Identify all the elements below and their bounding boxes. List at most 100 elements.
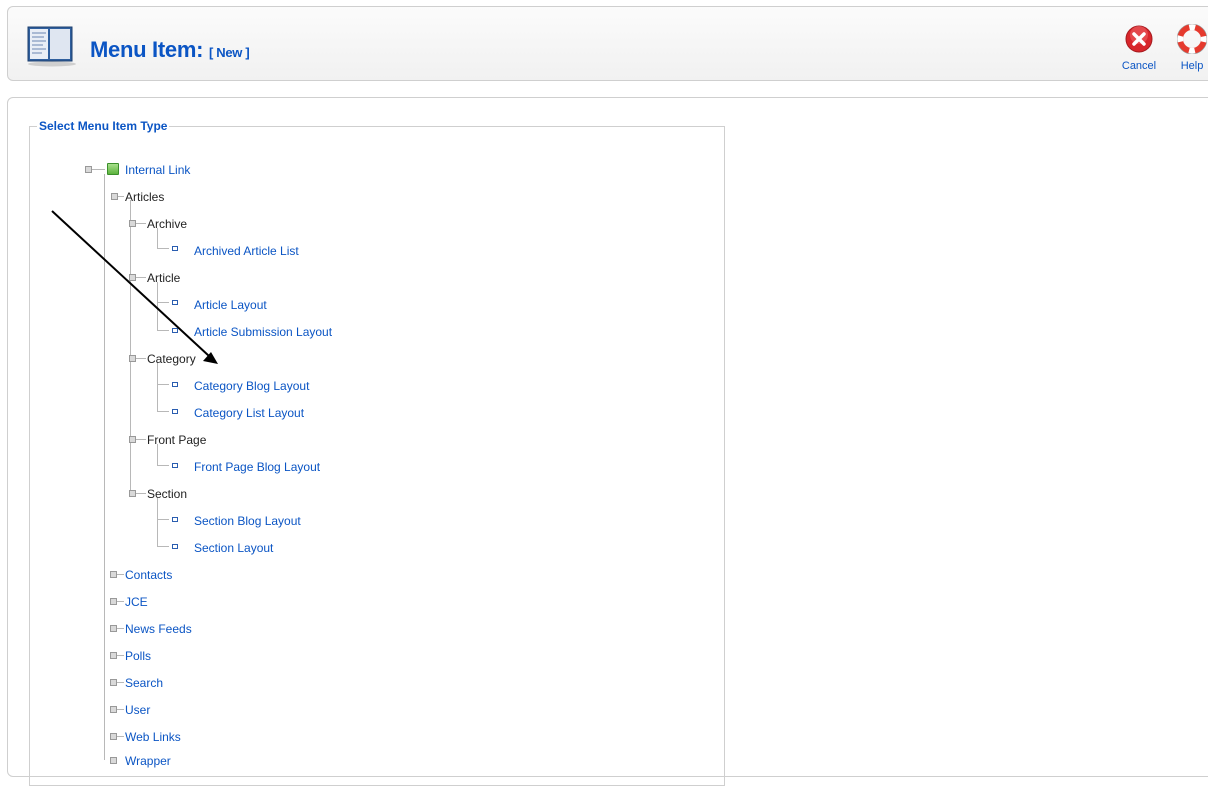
page-title-status: [ New ] (208, 45, 250, 60)
tree-node-section[interactable]: Section (147, 486, 187, 501)
tree-node-category-list-layout[interactable]: Category List Layout (194, 405, 305, 420)
help-label: Help (1180, 60, 1204, 72)
tree-node-archive[interactable]: Archive (147, 216, 188, 231)
tree-label: Article Submission Layout (194, 324, 333, 339)
tree-label: Section Layout (194, 540, 274, 555)
tree-label: Archive (147, 216, 188, 231)
tree-node-polls[interactable]: Polls (125, 648, 152, 663)
leaf-bullet-icon (172, 300, 178, 305)
tree-expander[interactable] (110, 706, 117, 713)
tree-expander[interactable] (110, 757, 117, 764)
tree-label: Archived Article List (194, 243, 299, 258)
tree-expander[interactable] (129, 220, 136, 227)
tree-expander[interactable] (110, 679, 117, 686)
tree-label: Search (125, 675, 164, 690)
leaf-bullet-icon (172, 246, 178, 251)
tree-label: Internal Link (125, 162, 191, 177)
tree-line (157, 546, 169, 547)
tree-label: Front Page (147, 432, 207, 447)
tree-line (117, 601, 124, 602)
tree-line (104, 174, 105, 760)
tree-node-article[interactable]: Article (147, 270, 181, 285)
tree-expander[interactable] (129, 436, 136, 443)
tree-node-user[interactable]: User (125, 702, 151, 717)
tree-node-category[interactable]: Category (147, 351, 196, 366)
tree-line (157, 498, 158, 546)
tree-line (157, 302, 169, 303)
tree-line (157, 384, 169, 385)
tree-label: Category Blog Layout (194, 378, 310, 393)
leaf-bullet-icon (172, 544, 178, 549)
tree-label: Category (147, 351, 196, 366)
tree-expander[interactable] (129, 355, 136, 362)
tree-node-internal-link[interactable]: Internal Link (125, 162, 191, 177)
tree-node-section-layout[interactable]: Section Layout (194, 540, 274, 555)
tree-node-category-blog-layout[interactable]: Category Blog Layout (194, 378, 310, 393)
tree-line (130, 200, 131, 496)
internal-link-icon (107, 163, 119, 175)
leaf-bullet-icon (172, 382, 178, 387)
tree-node-section-blog-layout[interactable]: Section Blog Layout (194, 513, 301, 528)
tree-line (157, 411, 169, 412)
tree-expander[interactable] (110, 571, 117, 578)
leaf-bullet-icon (172, 517, 178, 522)
tree-node-news-feeds[interactable]: News Feeds (125, 621, 192, 636)
tree-label: Category List Layout (194, 405, 305, 420)
tree-label: Front Page Blog Layout (194, 459, 321, 474)
tree-node-search[interactable]: Search (125, 675, 164, 690)
tree-expander[interactable] (110, 625, 117, 632)
tree-line (117, 709, 124, 710)
tree-line (157, 519, 169, 520)
tree-label: Article Layout (194, 297, 267, 312)
tree-label: Article (147, 270, 181, 285)
tree-node-contacts[interactable]: Contacts (125, 567, 173, 582)
tree-expander[interactable] (129, 490, 136, 497)
tree-node-wrapper[interactable]: Wrapper (125, 753, 171, 768)
tree-expander[interactable] (110, 652, 117, 659)
page-title-text: Menu Item: (90, 37, 204, 62)
tree-line (117, 682, 124, 683)
tree-node-front-page-blog-layout[interactable]: Front Page Blog Layout (194, 459, 321, 474)
tree-label: Articles (125, 189, 165, 204)
tree-expander[interactable] (110, 733, 117, 740)
tree-node-articles[interactable]: Articles (125, 189, 165, 204)
tree-line (157, 330, 169, 331)
tree-label: Section Blog Layout (194, 513, 301, 528)
tree-expander[interactable] (129, 274, 136, 281)
tree-line (117, 574, 124, 575)
tree-expander[interactable] (111, 193, 118, 200)
tree-node-archived-article-list[interactable]: Archived Article List (194, 243, 299, 258)
menu-item-icon (27, 26, 76, 67)
tree-line (157, 363, 158, 411)
tree-expander[interactable] (85, 166, 92, 173)
help-icon (1176, 23, 1208, 55)
tree-line (136, 223, 146, 224)
tree-line (157, 465, 169, 466)
toolbar-header: Menu Item: [ New ] Cancel Help (7, 6, 1208, 81)
help-button[interactable]: Help (1172, 23, 1208, 72)
tree-line (136, 358, 146, 359)
leaf-bullet-icon (172, 328, 178, 333)
tree-node-article-layout[interactable]: Article Layout (194, 297, 267, 312)
tree-node-article-submission-layout[interactable]: Article Submission Layout (194, 324, 333, 339)
tree-node-web-links[interactable]: Web Links (125, 729, 181, 744)
tree-expander[interactable] (110, 598, 117, 605)
tree-label: Polls (125, 648, 152, 663)
cancel-button[interactable]: Cancel (1119, 24, 1159, 72)
tree-node-jce[interactable]: JCE (125, 594, 148, 609)
tree-label: JCE (125, 594, 148, 609)
tree-line (136, 439, 146, 440)
cancel-label: Cancel (1121, 60, 1157, 72)
tree-label: Web Links (125, 729, 181, 744)
tree-line (92, 169, 105, 170)
tree-line (117, 655, 124, 656)
page-title: Menu Item: [ New ] (90, 37, 250, 63)
tree-node-front-page[interactable]: Front Page (147, 432, 207, 447)
fieldset-legend: Select Menu Item Type (37, 119, 170, 133)
tree-label: Wrapper (125, 753, 171, 768)
tree-line (157, 248, 169, 249)
tree-label: Contacts (125, 567, 173, 582)
tree-line (117, 736, 124, 737)
tree-label: User (125, 702, 151, 717)
tree-line (118, 196, 124, 197)
